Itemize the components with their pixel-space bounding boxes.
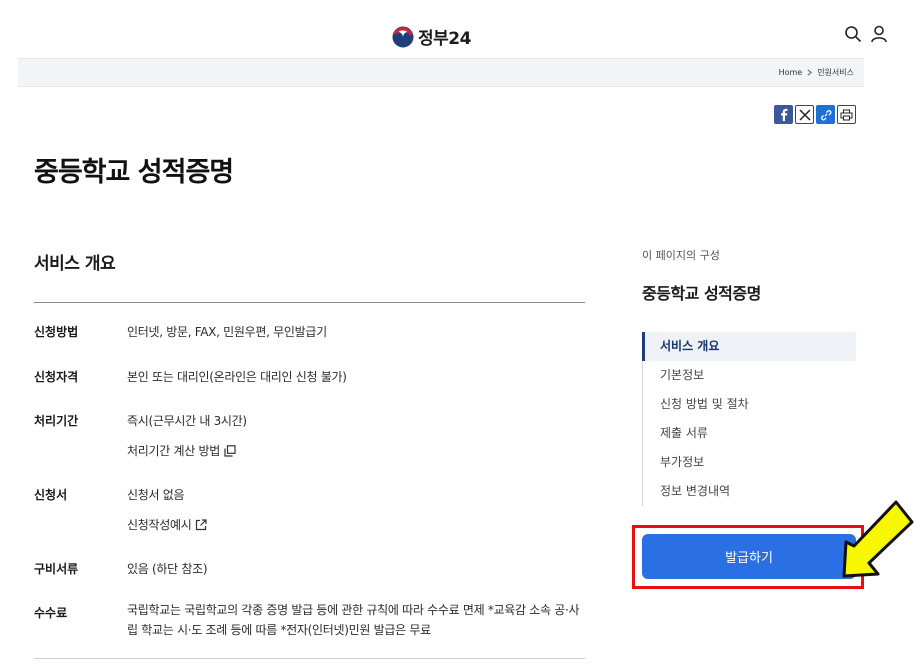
- value-apply-method: 인터넷, 방문, FAX, 민원우편, 무인발급기: [127, 325, 327, 339]
- value-application-form: 신청서 없음: [127, 488, 185, 502]
- user-icon[interactable]: [870, 25, 888, 43]
- print-icon[interactable]: [837, 105, 856, 124]
- highlight-box: [632, 525, 864, 589]
- toc-caption: 이 페이지의 구성: [642, 249, 720, 262]
- breadcrumb-home[interactable]: Home: [779, 68, 803, 77]
- label-application-form: 신청서: [34, 488, 68, 502]
- taegeuk-icon: [392, 26, 414, 47]
- form-example-link[interactable]: 신청작성예시: [127, 516, 208, 533]
- section-bottom-divider: [34, 658, 585, 659]
- toc-item-additional-info[interactable]: 부가정보: [643, 448, 856, 477]
- toc-item-documents[interactable]: 제출 서류: [643, 419, 856, 448]
- label-apply-method: 신청방법: [34, 325, 79, 339]
- external-link-icon: [196, 518, 208, 530]
- breadcrumb-bar: Home 민원서비스: [18, 58, 864, 87]
- breadcrumb: Home 민원서비스: [779, 67, 854, 78]
- label-processing-time: 처리기간: [34, 414, 79, 428]
- toc-item-overview[interactable]: 서비스 개요: [642, 332, 856, 361]
- value-required-docs: 있음 (하단 참조): [127, 562, 208, 576]
- toc-item-basic-info[interactable]: 기본정보: [643, 361, 856, 390]
- breadcrumb-current[interactable]: 민원서비스: [817, 67, 854, 78]
- value-eligibility: 본인 또는 대리인(온라인은 대리인 신청 불가): [127, 370, 347, 384]
- form-example-label: 신청작성예시: [127, 518, 192, 532]
- search-icon[interactable]: [844, 25, 862, 43]
- label-required-docs: 구비서류: [34, 562, 79, 576]
- processing-time-calc-link[interactable]: 처리기간 계산 방법: [127, 442, 236, 459]
- processing-time-calc-label: 처리기간 계산 방법: [127, 444, 220, 458]
- value-fee: 국립학교는 국립학교의 각종 증명 발급 등에 관한 규칙에 따라 수수료 면제…: [127, 603, 580, 637]
- link-icon[interactable]: [816, 105, 835, 124]
- page-title: 중등학교 성적증명: [34, 157, 234, 188]
- chevron-right-icon: [807, 69, 813, 76]
- label-fee: 수수료: [34, 606, 68, 620]
- logo-text: 정부24: [418, 29, 471, 49]
- toc-item-change-history[interactable]: 정보 변경내역: [643, 477, 856, 506]
- section-title-overview: 서비스 개요: [34, 254, 116, 274]
- toc-item-procedure[interactable]: 신청 방법 및 절차: [643, 390, 856, 419]
- pointer-arrow-icon: [842, 500, 914, 578]
- facebook-icon[interactable]: [774, 105, 793, 124]
- label-eligibility: 신청자격: [34, 370, 79, 384]
- section-divider: [34, 302, 585, 303]
- popup-icon: [224, 444, 236, 457]
- value-processing-time: 즉시(근무시간 내 3시간): [127, 414, 247, 428]
- share-toolbar: [774, 105, 856, 124]
- toc-title: 중등학교 성적증명: [642, 284, 761, 303]
- site-header: 정부24: [0, 0, 914, 58]
- gov24-logo[interactable]: 정부24: [392, 24, 471, 49]
- x-icon[interactable]: [795, 105, 814, 124]
- toc-nav: 서비스 개요 기본정보 신청 방법 및 절차 제출 서류 부가정보 정보 변경내…: [642, 332, 856, 506]
